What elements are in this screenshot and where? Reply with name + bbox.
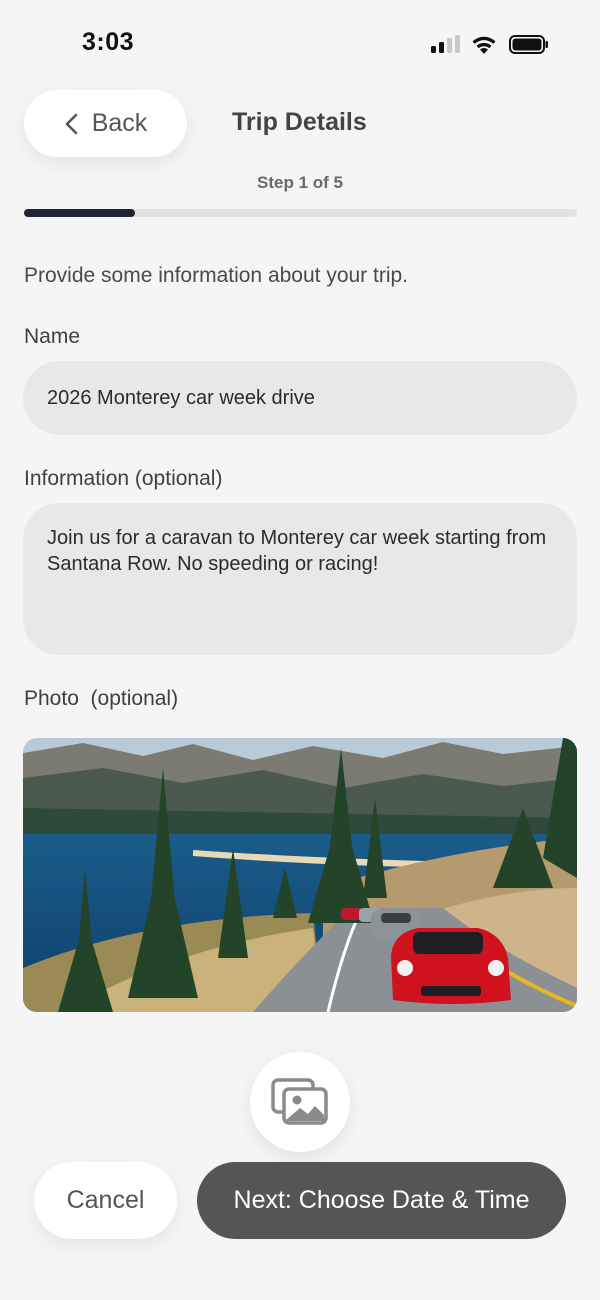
wifi-icon [470, 33, 498, 55]
name-field[interactable] [23, 361, 577, 435]
trip-photo [23, 738, 577, 1012]
next-button[interactable]: Next: Choose Date & Time [197, 1162, 566, 1239]
intro-text: Provide some information about your trip… [24, 264, 409, 287]
back-button[interactable]: Back [24, 90, 187, 157]
progress-bar [24, 209, 577, 217]
cancel-button[interactable]: Cancel [34, 1162, 177, 1239]
photo-gallery-icon [271, 1078, 328, 1125]
page-title: Trip Details [232, 108, 367, 136]
chevron-left-icon [65, 113, 78, 134]
photo-label: Photo (optional) [24, 687, 179, 710]
progress-fill [24, 209, 135, 217]
back-label: Back [91, 109, 148, 137]
information-label: Information (optional) [24, 467, 223, 490]
choose-photo-button[interactable] [250, 1052, 350, 1152]
step-indicator: Step 1 of 5 [257, 173, 343, 192]
name-label: Name [24, 325, 81, 348]
information-field[interactable]: Join us for a caravan to Monterey car we… [23, 503, 577, 655]
battery-icon [509, 35, 549, 54]
status-time: 3:03 [82, 28, 135, 56]
cellular-signal-icon [431, 35, 461, 53]
